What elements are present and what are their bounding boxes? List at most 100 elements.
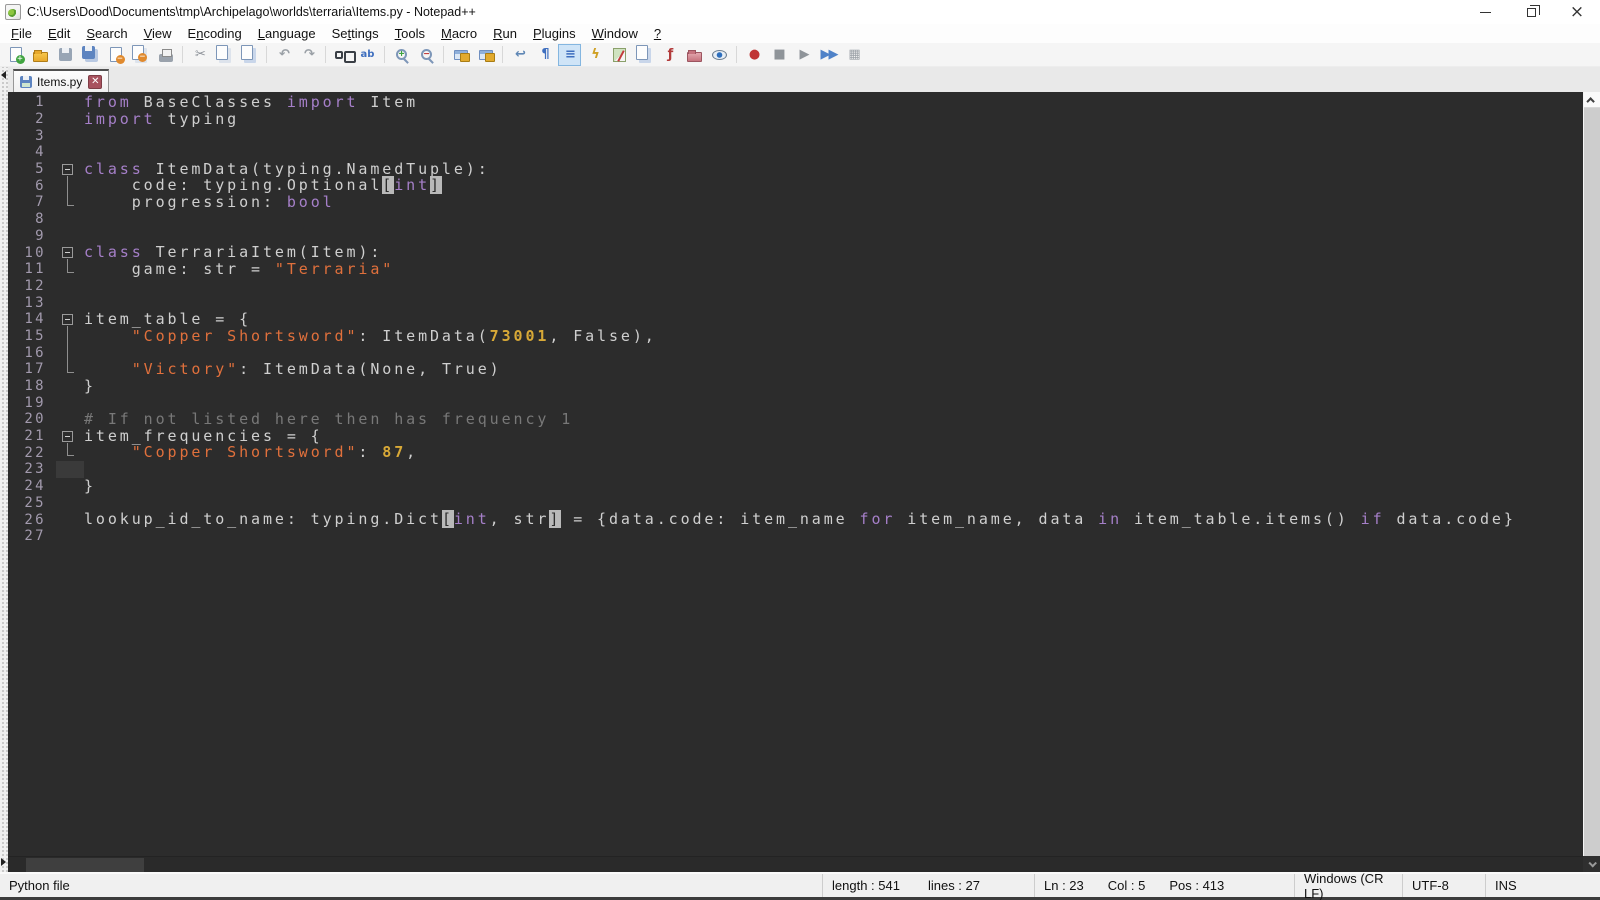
fold-marker-start[interactable] [56, 161, 84, 178]
menu-item-[interactable]: ? [646, 24, 669, 43]
macro-record-button[interactable]: ● [742, 44, 765, 66]
fold-collapse-icon[interactable] [62, 164, 73, 175]
save-all-button[interactable] [79, 44, 102, 66]
vertical-scrollbar[interactable] [1583, 92, 1600, 856]
tab-close-icon[interactable]: ✕ [88, 75, 102, 89]
fold-collapse-icon[interactable] [62, 314, 73, 325]
macro-play-button[interactable]: ▶ [792, 44, 815, 66]
token-string: "Terraria" [275, 260, 394, 278]
tab-items-py[interactable]: Items.py ✕ [13, 69, 109, 92]
menu-item-window[interactable]: Window [584, 24, 646, 43]
code-line: 26lookup_id_to_name: typing.Dict[int, st… [8, 511, 1583, 528]
monitoring-icon [712, 50, 727, 60]
fold-marker-start[interactable] [56, 428, 84, 445]
close-file-button[interactable] [104, 44, 127, 66]
code-line: 4 [8, 144, 1583, 161]
zoom-in-button[interactable] [390, 44, 413, 66]
close-button[interactable]: × [1554, 0, 1600, 24]
status-pos: Pos : 413 [1169, 878, 1224, 893]
minimize-button[interactable] [1462, 0, 1508, 24]
print-icon [159, 54, 173, 62]
menu-item-encoding[interactable]: Encoding [180, 24, 250, 43]
zoom-out-button[interactable] [415, 44, 438, 66]
code-text: item_frequencies = { [84, 428, 1583, 445]
token-string: "Victory" [132, 360, 239, 378]
horizontal-scrollbar[interactable] [8, 856, 1583, 872]
folder-as-workspace-button[interactable] [683, 44, 706, 66]
print-button[interactable] [154, 44, 177, 66]
vertical-scrollbar-thumb[interactable] [1584, 108, 1600, 856]
notepadpp-app-icon [5, 4, 21, 20]
menu-item-search[interactable]: Search [78, 24, 135, 43]
undo-button[interactable]: ↶ [272, 44, 295, 66]
replace-button[interactable] [356, 44, 379, 66]
code-text: code: typing.Optional[int] [84, 177, 1583, 194]
code-line: 20# If not listed here then has frequenc… [8, 411, 1583, 428]
show-all-characters-button[interactable]: ¶ [533, 44, 556, 66]
menu-item-edit[interactable]: Edit [40, 24, 78, 43]
word-wrap-button[interactable]: ↩ [508, 44, 531, 66]
paste-button[interactable] [238, 44, 261, 66]
left-dock-strip[interactable] [0, 67, 8, 872]
token-bracket: [ [442, 510, 454, 528]
menu-item-language[interactable]: Language [250, 24, 324, 43]
code-text: class ItemData(typing.NamedTuple): [84, 161, 1583, 178]
cut-button[interactable]: ✂ [188, 44, 211, 66]
token-default: , False), [549, 327, 656, 345]
copy-button[interactable] [213, 44, 236, 66]
fold-collapse-icon[interactable] [62, 431, 73, 442]
code-line: 16 [8, 344, 1583, 361]
status-lines: lines : 27 [928, 878, 980, 893]
document-map-button[interactable] [608, 44, 631, 66]
function-list-button[interactable]: ƒ [658, 44, 681, 66]
restore-button[interactable] [1508, 0, 1554, 24]
token-default: ItemData(typing.NamedTuple): [144, 160, 490, 178]
new-file-icon [10, 47, 22, 62]
token-default: } [84, 477, 96, 495]
menu-item-settings[interactable]: Settings [324, 24, 387, 43]
open-file-button[interactable] [29, 44, 52, 66]
horizontal-scrollbar-thumb[interactable] [26, 858, 144, 872]
macro-save-button[interactable]: ▦ [842, 44, 865, 66]
code-line: 17 "Victory": ItemData(None, True) [8, 361, 1583, 378]
monitoring-button[interactable] [708, 44, 731, 66]
code-editor[interactable]: 1from BaseClasses import Item2import typ… [8, 92, 1583, 856]
fold-marker-start[interactable] [56, 311, 84, 328]
scrollbar-up-button[interactable] [1584, 92, 1600, 108]
scrollbar-down-button[interactable] [1583, 856, 1600, 872]
copy-icon [216, 45, 228, 60]
menu-item-view[interactable]: View [136, 24, 180, 43]
new-file-button[interactable] [4, 44, 27, 66]
menu-item-macro[interactable]: Macro [433, 24, 485, 43]
macro-stop-icon: ■ [773, 48, 783, 61]
define-language-button[interactable]: ϟ [583, 44, 606, 66]
token-default: : ItemData( [358, 327, 489, 345]
code-text: item_table = { [84, 311, 1583, 328]
save-file-button[interactable] [54, 44, 77, 66]
redo-button[interactable]: ↷ [297, 44, 320, 66]
close-all-button[interactable] [129, 44, 152, 66]
fold-marker-start[interactable] [56, 244, 84, 261]
macro-stop-button[interactable]: ■ [767, 44, 790, 66]
token-default: item_table.items() [1122, 510, 1361, 528]
find-button[interactable] [331, 44, 354, 66]
status-insert-mode: INS [1486, 874, 1600, 897]
macro-run-multiple-button[interactable]: ▶▶ [817, 44, 840, 66]
code-line: 25 [8, 495, 1583, 512]
toolbar-separator [502, 46, 503, 63]
menu-item-plugins[interactable]: Plugins [525, 24, 584, 43]
sync-vertical-scroll-button[interactable] [449, 44, 472, 66]
menu-item-tools[interactable]: Tools [387, 24, 433, 43]
line-number: 4 [8, 144, 56, 160]
line-number: 9 [8, 228, 56, 244]
code-line: 24} [8, 478, 1583, 495]
toolbar-separator [443, 46, 444, 63]
document-list-button[interactable] [633, 44, 656, 66]
token-default: progression: [84, 193, 287, 211]
show-indent-guide-button[interactable]: ≡ [558, 44, 581, 66]
menu-item-file[interactable]: File [3, 24, 40, 43]
fold-collapse-icon[interactable] [62, 247, 73, 258]
sync-horizontal-scroll-button[interactable] [474, 44, 497, 66]
menu-item-run[interactable]: Run [485, 24, 525, 43]
macro-save-icon: ▦ [848, 48, 858, 61]
